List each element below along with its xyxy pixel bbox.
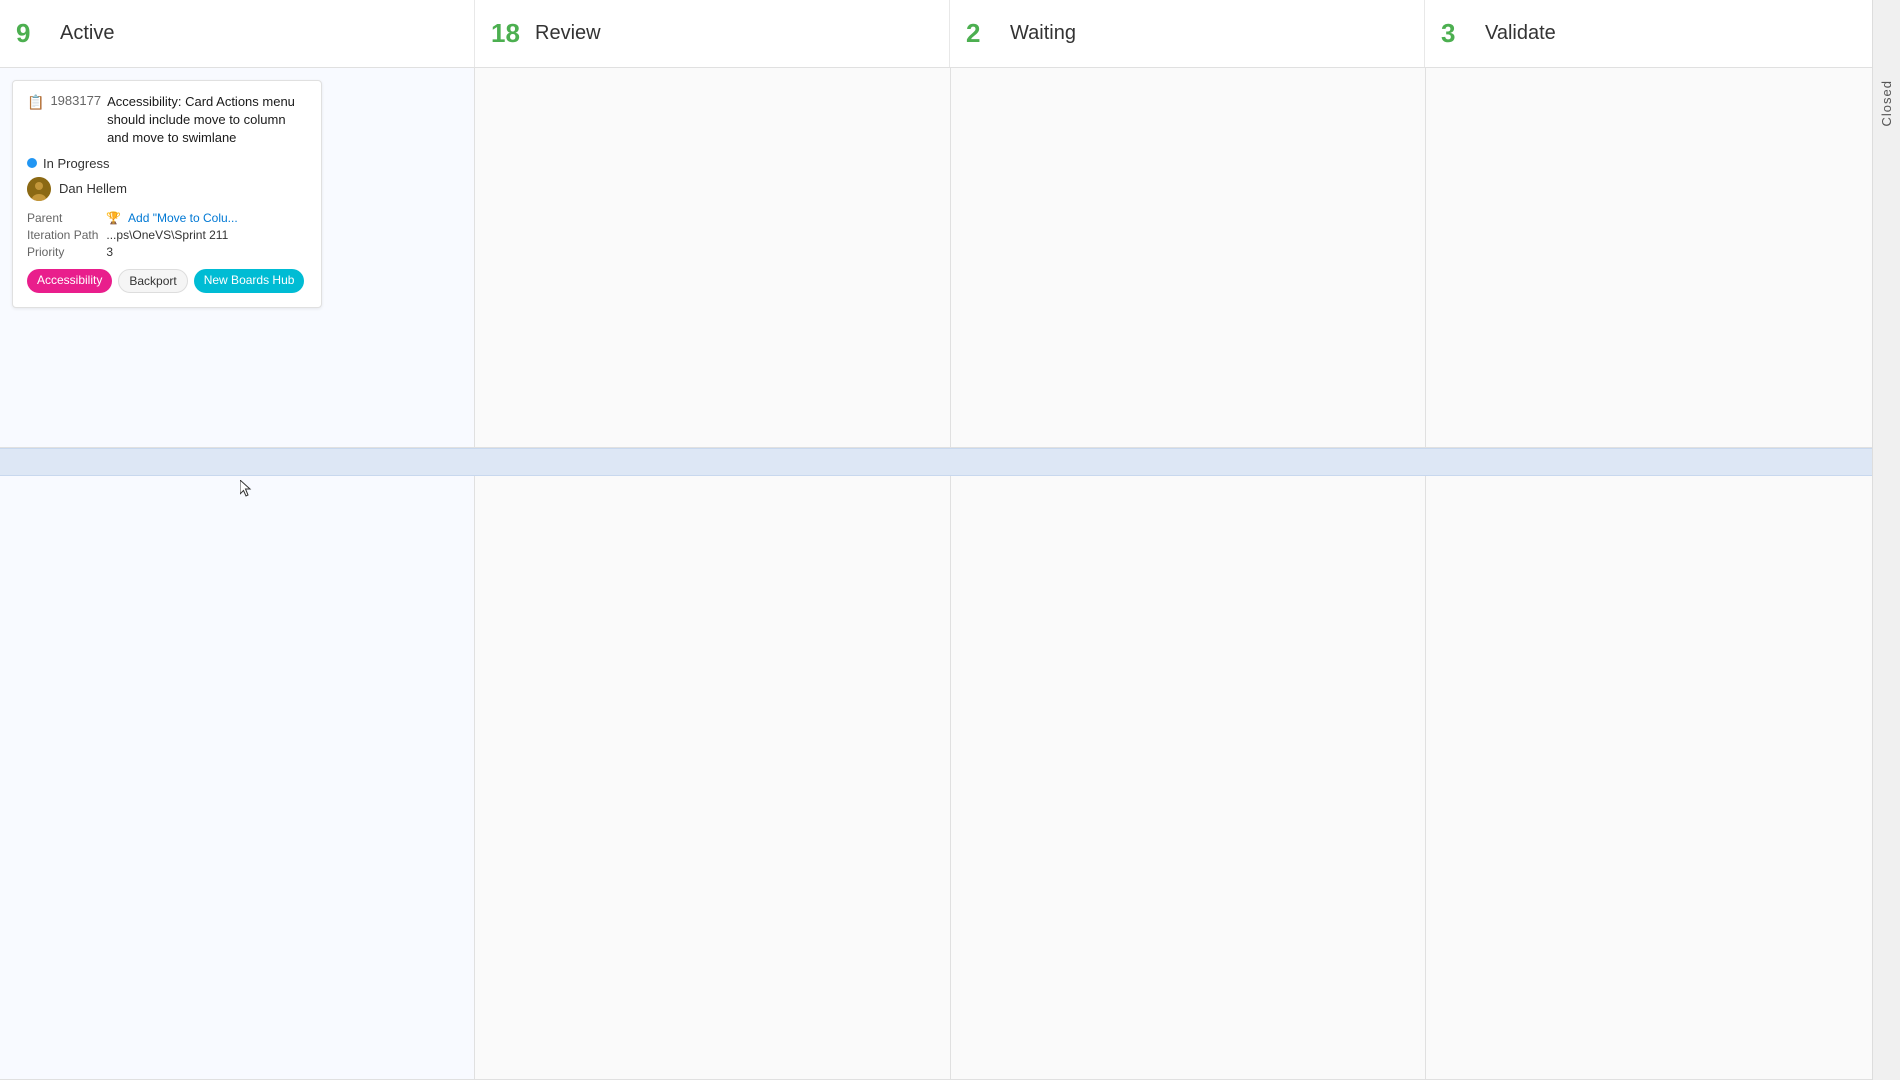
validate-count: 3 [1441, 18, 1473, 49]
parent-value[interactable]: 🏆 Add "Move to Colu... [106, 211, 307, 225]
trophy-icon: 🏆 [106, 211, 121, 225]
waiting-lane-upper [951, 68, 1426, 447]
priority-value: 3 [106, 245, 307, 259]
priority-label: Priority [27, 245, 98, 259]
assignee-name: Dan Hellem [59, 181, 127, 196]
iteration-value: ...ps\OneVS\Sprint 211 [106, 228, 307, 242]
lane-row-lower [0, 476, 1900, 1080]
waiting-count: 2 [966, 18, 998, 49]
tag-backport[interactable]: Backport [118, 269, 187, 293]
card-header: 📋 1983177 Accessibility: Card Actions me… [27, 93, 307, 148]
card-type-icon: 📋 [27, 94, 44, 111]
card-title: Accessibility: Card Actions menu should … [107, 93, 307, 148]
swimlane-separator [0, 448, 1900, 476]
column-header-active[interactable]: 9 Active [0, 0, 475, 67]
review-lane-lower [475, 476, 950, 1079]
board-lanes: 📋 1983177 Accessibility: Card Actions me… [0, 68, 1900, 1080]
parent-label: Parent [27, 211, 98, 225]
review-lane-upper [475, 68, 950, 447]
card-id: 1983177 [50, 93, 101, 108]
avatar [27, 177, 51, 201]
waiting-title: Waiting [1010, 22, 1076, 45]
active-lane-lower [0, 476, 475, 1079]
validate-lane-upper [1426, 68, 1900, 447]
column-header-waiting[interactable]: 2 Waiting [950, 0, 1425, 67]
parent-link[interactable]: Add "Move to Colu... [128, 211, 238, 225]
card-tags: Accessibility Backport New Boards Hub [27, 269, 307, 293]
active-count: 9 [16, 18, 48, 49]
validate-title: Validate [1485, 22, 1556, 45]
status-dot-icon [27, 158, 37, 168]
column-headers: 9 Active 18 Review 2 Waiting 3 Validate … [0, 0, 1900, 68]
work-item-card[interactable]: 📋 1983177 Accessibility: Card Actions me… [12, 80, 322, 308]
tag-accessibility[interactable]: Accessibility [27, 269, 112, 293]
tag-new-boards-hub[interactable]: New Boards Hub [194, 269, 305, 293]
closed-label: Closed [1879, 80, 1894, 126]
waiting-lane-lower [951, 476, 1426, 1079]
iteration-label: Iteration Path [27, 228, 98, 242]
column-header-validate[interactable]: 3 Validate [1425, 0, 1900, 67]
board-container: 9 Active 18 Review 2 Waiting 3 Validate … [0, 0, 1900, 1080]
lane-row-upper: 📋 1983177 Accessibility: Card Actions me… [0, 68, 1900, 448]
card-status: In Progress [27, 156, 307, 171]
review-count: 18 [491, 18, 523, 49]
review-title: Review [535, 22, 601, 45]
validate-lane-lower [1426, 476, 1900, 1079]
closed-sidebar: Closed [1872, 0, 1900, 1080]
column-header-review[interactable]: 18 Review [475, 0, 950, 67]
card-meta: Parent 🏆 Add "Move to Colu... Iteration … [27, 211, 307, 259]
card-assignee: Dan Hellem [27, 177, 307, 201]
active-title: Active [60, 22, 114, 45]
active-lane-upper: 📋 1983177 Accessibility: Card Actions me… [0, 68, 475, 447]
status-text: In Progress [43, 156, 109, 171]
